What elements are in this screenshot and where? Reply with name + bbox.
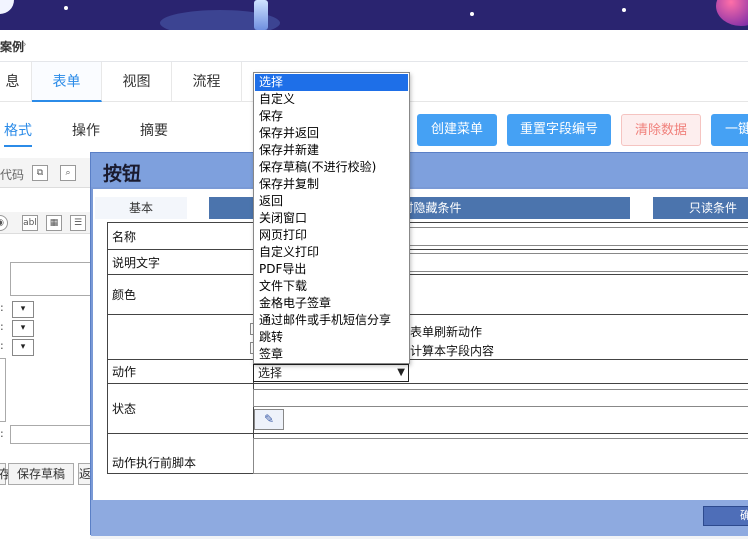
moon-decoration	[0, 0, 14, 14]
refresh-checkbox-label: 表单刷新动作	[410, 325, 483, 339]
one-key-button[interactable]: 一键	[711, 114, 748, 146]
save-draft-button[interactable]: 保存草稿	[8, 463, 74, 485]
tab-readonly-condition[interactable]: 只读条件	[653, 197, 748, 219]
list-icon[interactable]: ☰	[70, 215, 86, 231]
copy-icon[interactable]: ⧉	[32, 165, 48, 181]
tab-summary[interactable]: 摘要	[140, 120, 168, 140]
calculate-checkbox-label: 计算本字段内容	[410, 344, 495, 358]
status-label: 状态	[107, 383, 254, 434]
dialog-title: 按钮	[103, 163, 142, 185]
breadcrumb-current[interactable]: 案例	[0, 38, 24, 55]
star-decoration	[64, 6, 68, 10]
action-label: 动作	[107, 359, 254, 384]
editor-toolbar-row-2: ◉ abl ▦ ☰	[0, 212, 90, 234]
tab-operation[interactable]: 操作	[72, 120, 100, 140]
field-label: :	[0, 320, 4, 333]
tab-basic[interactable]: 基本	[95, 197, 187, 219]
chevron-down-icon: ▼	[397, 367, 405, 378]
option-close-window[interactable]: 关闭窗口	[255, 210, 408, 227]
textfield-icon[interactable]: abl	[22, 215, 38, 231]
description-label: 说明文字	[107, 249, 254, 275]
status-input[interactable]	[253, 389, 748, 407]
tower-decoration	[254, 0, 268, 30]
options-label	[107, 314, 254, 360]
breadcrumb: 案例 ›	[0, 30, 748, 62]
description-input[interactable]	[409, 253, 748, 272]
name-input[interactable]	[409, 227, 748, 246]
field-label: :	[0, 301, 4, 314]
dialog-footer: 确	[91, 500, 748, 536]
pre-script-textarea[interactable]	[253, 438, 748, 474]
small-select[interactable]: ▾	[12, 320, 34, 337]
save-button[interactable]: 存	[0, 463, 11, 485]
tab-info[interactable]: 息	[0, 62, 32, 102]
left-scroll-area[interactable]	[0, 358, 6, 422]
star-decoration	[470, 12, 474, 16]
option-web-print[interactable]: 网页打印	[255, 227, 408, 244]
option-custom-print[interactable]: 自定义打印	[255, 244, 408, 261]
left-textarea[interactable]	[10, 262, 92, 296]
action-select-value: 选择	[258, 366, 283, 380]
tab-format[interactable]: 格式	[4, 120, 32, 147]
reset-field-number-button[interactable]: 重置字段编号	[507, 114, 611, 146]
dialog-titlebar[interactable]: 按钮	[91, 153, 748, 187]
color-label: 颜色	[107, 274, 254, 315]
tab-view[interactable]: 视图	[102, 62, 172, 102]
option-save-draft[interactable]: 保存草稿(不进行校验)	[255, 159, 408, 176]
editor-toolbar-row-1: 代码 ⧉ ⌕	[0, 158, 90, 188]
option-jump[interactable]: 跳转	[255, 329, 408, 346]
option-share[interactable]: 通过邮件或手机短信分享	[255, 312, 408, 329]
option-seal[interactable]: 签章	[255, 346, 408, 363]
option-e-signature[interactable]: 金格电子签章	[255, 295, 408, 312]
option-save-copy[interactable]: 保存并复制	[255, 176, 408, 193]
code-label[interactable]: 代码	[0, 166, 24, 183]
tab-form[interactable]: 表单	[32, 62, 102, 102]
option-pdf-export[interactable]: PDF导出	[255, 261, 408, 278]
option-return[interactable]: 返回	[255, 193, 408, 210]
chevron-right-icon: ›	[22, 37, 27, 51]
action-dropdown-list: 选择 自定义 保存 保存并返回 保存并新建 保存草稿(不进行校验) 保存并复制 …	[253, 72, 410, 364]
option-save-return[interactable]: 保存并返回	[255, 125, 408, 142]
option-custom[interactable]: 自定义	[255, 91, 408, 108]
action-select[interactable]: 选择 ▼	[253, 364, 409, 382]
grid-icon[interactable]: ▦	[46, 215, 62, 231]
top-banner	[0, 0, 748, 30]
edit-script-icon[interactable]: ✎	[254, 409, 284, 430]
small-select[interactable]: ▾	[12, 339, 34, 356]
radio-icon[interactable]: ◉	[0, 215, 8, 231]
left-input[interactable]	[10, 425, 92, 444]
tab-flow[interactable]: 流程	[172, 62, 242, 102]
pre-script-label: 动作执行前脚本	[107, 433, 254, 474]
field-label: :	[0, 427, 4, 440]
find-icon[interactable]: ⌕	[60, 165, 76, 181]
field-label: :	[0, 339, 4, 352]
planet-decoration	[716, 0, 748, 26]
option-select[interactable]: 选择	[255, 74, 408, 91]
clear-data-button[interactable]: 清除数据	[621, 114, 701, 146]
option-save[interactable]: 保存	[255, 108, 408, 125]
small-select[interactable]: ▾	[12, 301, 34, 318]
option-save-new[interactable]: 保存并新建	[255, 142, 408, 159]
star-decoration	[622, 8, 626, 12]
name-label: 名称	[107, 222, 254, 250]
create-menu-button[interactable]: 创建菜单	[417, 114, 497, 146]
option-file-download[interactable]: 文件下载	[255, 278, 408, 295]
ok-button[interactable]: 确	[703, 506, 748, 526]
